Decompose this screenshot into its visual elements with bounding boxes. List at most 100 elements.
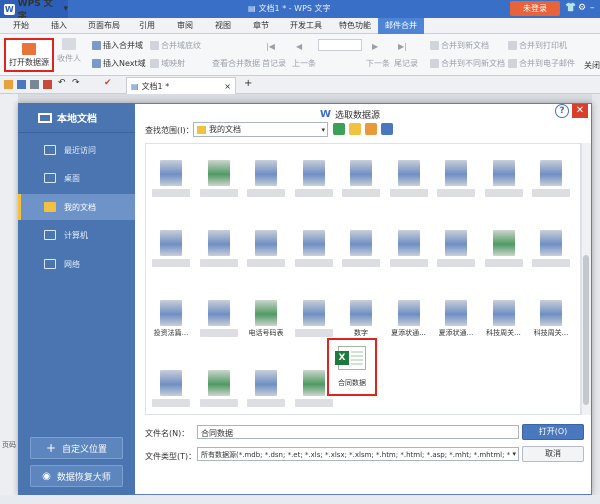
view-merge-data-button[interactable]: 查看合并数据 [212,58,260,69]
file-name-input[interactable]: 合同数据 [197,425,519,439]
tab-insert[interactable]: 插入 [44,18,74,34]
tab-view[interactable]: 视图 [208,18,238,34]
minimize-icon[interactable]: – [590,3,595,13]
close-icon[interactable]: ✕ [572,104,588,118]
field-icon [92,41,101,50]
recipient-button[interactable]: 收件人 [57,38,81,64]
close-merge-button[interactable]: 关闭 [584,60,600,71]
file-item[interactable] [196,300,242,337]
file-name-label: 文件名(N)： [145,429,190,438]
close-tab-icon[interactable]: × [224,82,231,91]
file-item[interactable] [196,160,242,197]
data-recovery-button[interactable]: ◉ 数据恢复大师 [30,465,123,487]
file-item[interactable] [291,230,337,267]
file-item[interactable] [481,160,527,197]
cancel-button[interactable]: 取消 [522,446,584,462]
selected-file-item[interactable]: X 合同数据 [327,338,377,396]
merge-field-shading-button[interactable]: 合并域底纹 [150,40,201,51]
open-button[interactable]: 打开(O) [522,424,584,440]
save-icon[interactable] [17,80,26,89]
tab-start[interactable]: 开始 [6,18,36,34]
file-item[interactable] [243,160,289,197]
file-item[interactable]: 电话号码表 [243,300,289,338]
open-icon[interactable] [4,80,13,89]
word-file-icon [350,300,372,326]
merge-to-email-button[interactable]: 合并到电子邮件 [508,58,575,69]
file-item[interactable] [481,230,527,267]
bookmark-icon[interactable]: ✔ [104,78,112,88]
last-record-button[interactable]: 尾记录 [394,58,418,69]
taskbar-strip [0,495,600,504]
merge-to-printer-button[interactable]: 合并到打印机 [508,40,567,51]
up-folder-icon[interactable] [349,123,361,135]
document-tab[interactable]: ▤ 文档1 * × [126,77,236,94]
insert-merge-field-button[interactable]: 插入合并域 [92,40,143,51]
merge-to-diff-doc-button[interactable]: 合并到不同新文档 [430,58,505,69]
sidebar-item-desktop[interactable]: 桌面 [18,165,135,191]
undo-icon[interactable]: ↶ [58,78,66,88]
file-item[interactable]: 数字 [338,300,384,338]
file-item[interactable] [433,160,479,197]
file-item[interactable] [196,230,242,267]
first-record-button[interactable]: 首记录 [262,58,286,69]
new-tab-icon[interactable]: + [244,78,252,89]
next-record-button[interactable]: 下一条 [366,58,390,69]
file-item[interactable] [291,300,337,337]
open-data-source-button[interactable]: 打开数据源 [4,38,54,72]
back-icon[interactable] [333,123,345,135]
file-item[interactable] [433,230,479,267]
new-folder-icon[interactable] [365,123,377,135]
pdf-icon[interactable] [43,80,52,89]
file-item[interactable] [243,370,289,407]
settings-icon[interactable]: ⚙ [578,3,586,13]
field-map-button[interactable]: 域映射 [150,58,185,69]
view-menu-icon[interactable] [381,123,393,135]
file-type-select[interactable]: 所有数据源(*.mdb; *.dsn; *.et; *.xls; *.xlsx;… [197,447,519,461]
file-item[interactable] [338,230,384,267]
file-item[interactable]: 夏添状通... [433,300,479,338]
merge-to-new-doc-button[interactable]: 合并到新文档 [430,40,489,51]
file-item[interactable] [386,160,432,197]
tab-featured[interactable]: 特色功能 [332,18,378,34]
sidebar-item-recent[interactable]: 最近访问 [18,137,135,163]
tab-developer[interactable]: 开发工具 [284,18,328,34]
shirt-icon[interactable]: 👕 [565,3,576,13]
help-icon[interactable]: ? [555,104,569,118]
file-label: 电话号码表 [248,329,284,337]
file-item[interactable] [148,370,194,407]
sidebar-item-network[interactable]: 网络 [18,251,135,277]
insert-next-field-button[interactable]: 插入Next域 [92,58,146,69]
file-item[interactable] [148,160,194,197]
file-item[interactable]: 夏添状通... [386,300,432,338]
blurred-filename [152,259,190,267]
print-icon[interactable] [30,80,39,89]
file-item[interactable] [338,160,384,197]
add-custom-location-button[interactable]: + 自定义位置 [30,437,123,459]
login-button[interactable]: 未登录 [510,1,560,16]
tab-page-layout[interactable]: 页面布局 [82,18,126,34]
tab-review[interactable]: 审阅 [170,18,200,34]
blurred-filename [199,189,238,197]
record-number-input[interactable] [318,39,362,51]
scrollbar-thumb[interactable] [583,255,589,405]
app-menu-button[interactable]: W WPS 文字 ▾ [0,0,68,22]
file-item[interactable] [386,230,432,267]
tab-reference[interactable]: 引用 [132,18,162,34]
tab-section[interactable]: 章节 [246,18,276,34]
file-item[interactable]: 科技周关... [528,300,574,338]
sidebar-item-my-documents[interactable]: 我的文档 [18,194,135,220]
sidebar-item-computer[interactable]: 计算机 [18,222,135,248]
file-item[interactable] [196,370,242,407]
file-item[interactable]: 科技周关... [481,300,527,338]
file-item[interactable] [528,160,574,197]
prev-record-button[interactable]: 上一条 [292,58,316,69]
file-item[interactable]: 投资法篇... [148,300,194,338]
look-in-select[interactable]: 我的文档 ▾ [193,122,328,137]
file-item[interactable] [291,160,337,197]
file-item[interactable] [528,230,574,267]
tab-mail-merge[interactable]: 邮件合并 [378,18,424,34]
redo-icon[interactable]: ↷ [72,78,80,88]
file-item[interactable] [148,230,194,267]
file-item[interactable] [243,230,289,267]
file-label: 夏添状通... [438,329,474,337]
